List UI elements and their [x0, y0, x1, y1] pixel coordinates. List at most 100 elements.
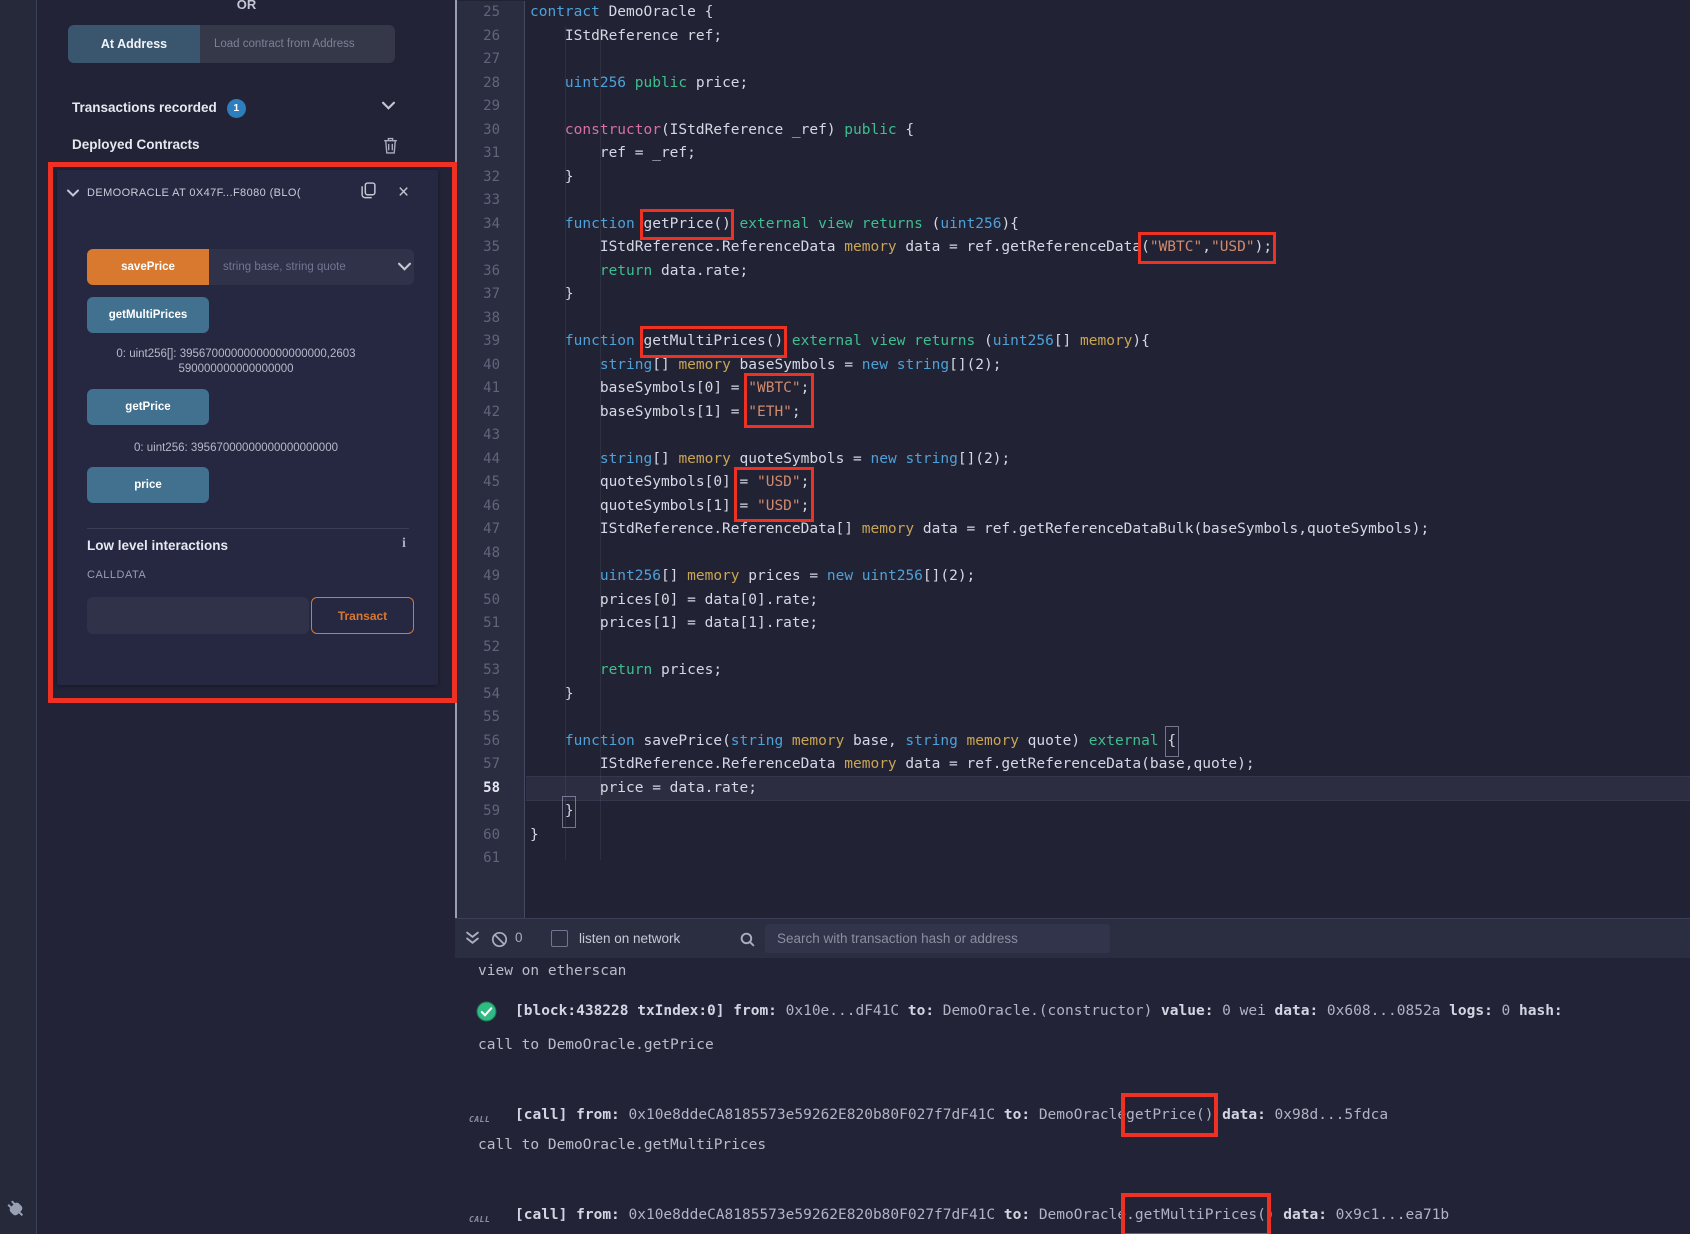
editor-code-area[interactable]: contract DemoOracle { IStdReference ref;…: [526, 1, 1690, 920]
line-number: 50: [457, 589, 524, 613]
line-number: 25: [457, 1, 524, 25]
code-line: prices[0] = data[0].rate;: [526, 589, 1690, 613]
code-line: function getMultiPrices() external view …: [526, 330, 1690, 354]
terminal-row: CALL[call] from: 0x10e8ddeCA8185573e5926…: [455, 1104, 1690, 1126]
line-number: 49: [457, 565, 524, 589]
line-number: 51: [457, 612, 524, 636]
plugin-manager-icon[interactable]: [4, 1196, 28, 1227]
line-number: 55: [457, 706, 524, 730]
log-text: [call] from: 0x10e8ddeCA8185573e59262E82…: [515, 1204, 1449, 1226]
code-line: IStdReference.ReferenceData memory data …: [526, 236, 1690, 260]
pending-tx-count: 0: [515, 930, 523, 945]
line-number: 35: [457, 236, 524, 260]
terminal-row: CALL[call] from: 0x10e8ddeCA8185573e5926…: [455, 1204, 1690, 1226]
line-number: 56: [457, 730, 524, 754]
line-number: 28: [457, 72, 524, 96]
get-price-button[interactable]: getPrice: [87, 389, 209, 425]
close-icon[interactable]: ×: [398, 186, 409, 200]
clear-console-icon[interactable]: [491, 931, 508, 953]
code-line: }: [526, 283, 1690, 307]
call-badge: CALL: [469, 1209, 490, 1231]
info-icon[interactable]: i: [402, 536, 406, 552]
trash-icon[interactable]: [383, 137, 398, 159]
line-number: 59: [457, 800, 524, 824]
line-number: 54: [457, 683, 524, 707]
terminal-search-input[interactable]: [765, 924, 1110, 953]
at-address-input[interactable]: [200, 25, 395, 63]
line-number: 52: [457, 636, 524, 660]
expand-params-icon[interactable]: [398, 262, 411, 271]
contract-card-header[interactable]: DEMOORACLE AT 0X47F...F8080 (BLO( ×: [67, 182, 428, 204]
calldata-input[interactable]: [87, 597, 309, 634]
code-line: string[] memory baseSymbols = new string…: [526, 354, 1690, 378]
line-number: 34: [457, 213, 524, 237]
line-number: 39: [457, 330, 524, 354]
code-line: baseSymbols[1] = "ETH";: [526, 401, 1690, 425]
code-editor[interactable]: 2526272829303132333435363738394041424344…: [455, 0, 1690, 920]
line-number: 61: [457, 847, 524, 871]
code-line: IStdReference ref;: [526, 25, 1690, 49]
at-address-button[interactable]: At Address: [68, 25, 200, 63]
chevron-down-icon[interactable]: [382, 101, 395, 110]
code-line: }: [526, 800, 1690, 824]
line-number: 41: [457, 377, 524, 401]
terminal-toolbar: 0 listen on network: [455, 918, 1690, 958]
chevron-down-icon[interactable]: [67, 189, 79, 197]
deployed-contract-card: DEMOORACLE AT 0X47F...F8080 (BLO( × save…: [57, 170, 438, 685]
code-line: [526, 189, 1690, 213]
line-number: 32: [457, 166, 524, 190]
deployed-contracts-header: Deployed Contracts: [72, 137, 200, 152]
line-number: 57: [457, 753, 524, 777]
code-line: [526, 847, 1690, 871]
code-line: }: [526, 166, 1690, 190]
code-line: [526, 636, 1690, 660]
save-price-args-input[interactable]: [209, 249, 414, 285]
listen-on-network-checkbox[interactable]: [551, 930, 568, 947]
code-line: uint256 public price;: [526, 72, 1690, 96]
line-number: 58: [457, 777, 524, 801]
code-line: constructor(IStdReference _ref) public {: [526, 119, 1690, 143]
line-number: 33: [457, 189, 524, 213]
line-number: 53: [457, 659, 524, 683]
copy-address-icon[interactable]: [361, 182, 376, 204]
code-line: function savePrice(string memory base, s…: [526, 730, 1690, 754]
code-line: price = data.rate;: [526, 777, 1690, 801]
line-number: 36: [457, 260, 524, 284]
save-price-button[interactable]: savePrice: [87, 249, 209, 285]
log-text: [block:438228 txIndex:0] from: 0x10e...d…: [515, 1000, 1563, 1022]
collapse-terminal-icon[interactable]: [465, 931, 480, 951]
line-number: 27: [457, 48, 524, 72]
get-multi-prices-button[interactable]: getMultiPrices: [87, 297, 209, 333]
line-number: 40: [457, 354, 524, 378]
code-line: [526, 48, 1690, 72]
line-number: 45: [457, 471, 524, 495]
transactions-recorded-label: Transactions recorded: [72, 100, 217, 115]
code-line: IStdReference.ReferenceData memory data …: [526, 753, 1690, 777]
code-line: function getPrice() external view return…: [526, 213, 1690, 237]
line-number: 60: [457, 824, 524, 848]
calldata-row: Transact: [87, 597, 414, 634]
or-separator-label: OR: [38, 0, 455, 12]
terminal-row: call to DemoOracle.getMultiPrices: [455, 1134, 1690, 1156]
code-line: [526, 95, 1690, 119]
search-icon: [739, 931, 756, 953]
line-number: 47: [457, 518, 524, 542]
price-button[interactable]: price: [87, 467, 209, 503]
code-line: }: [526, 683, 1690, 707]
annotation-box: .getMultiPrices(: [1126, 1207, 1266, 1223]
transact-button[interactable]: Transact: [311, 597, 414, 634]
transactions-recorded-header: Transactions recorded 1: [72, 99, 246, 118]
code-line: string[] memory quoteSymbols = new strin…: [526, 448, 1690, 472]
log-text: view on etherscan: [478, 960, 626, 982]
terminal-log[interactable]: view on etherscan [block:438228 txIndex:0…: [455, 958, 1690, 1234]
terminal-row: [block:438228 txIndex:0] from: 0x10e...d…: [455, 1000, 1690, 1022]
left-icon-strip: [0, 0, 37, 1234]
code-line: quoteSymbols[0] = "USD";: [526, 471, 1690, 495]
remix-ide-window: OR At Address Transactions recorded 1 Dep…: [0, 0, 1690, 1234]
line-number: 46: [457, 495, 524, 519]
line-number: 38: [457, 307, 524, 331]
transactions-count-badge: 1: [227, 99, 246, 118]
code-line: uint256[] memory prices = new uint256[](…: [526, 565, 1690, 589]
code-line: return prices;: [526, 659, 1690, 683]
code-line: [526, 307, 1690, 331]
